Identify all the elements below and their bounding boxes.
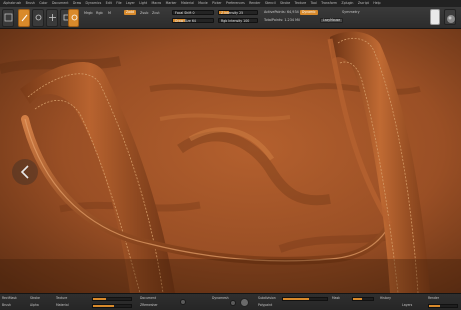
leather-bag-render: [0, 29, 461, 293]
canvas-viewport[interactable]: [0, 29, 461, 293]
bottom-label-7[interactable]: Document: [140, 296, 156, 300]
menu-item-preferences[interactable]: Preferences: [224, 0, 247, 7]
m-label[interactable]: M: [108, 11, 111, 15]
bottom-slider-2[interactable]: [92, 304, 132, 308]
bottom-label-4[interactable]: Alpha: [30, 303, 39, 307]
menu-item-zscript[interactable]: Zscript: [356, 0, 371, 7]
color-swatch-primary[interactable]: [430, 9, 440, 25]
menu-item-texture[interactable]: Texture: [292, 0, 308, 7]
menu-item-layer[interactable]: Layer: [124, 0, 137, 7]
total-points-readout: TotalPoints: 1.234 Mil: [264, 18, 300, 22]
rgb-label[interactable]: Rgb: [96, 11, 103, 15]
menu-item-macro[interactable]: Macro: [149, 0, 163, 7]
previous-arrow-button[interactable]: [12, 159, 38, 185]
menu-item-document[interactable]: Document: [50, 0, 71, 7]
bottom-knob-2[interactable]: [230, 300, 236, 306]
chevron-left-icon: [20, 165, 29, 179]
menu-item-alphabrush[interactable]: Alphabrush: [1, 0, 23, 7]
bottom-label-5[interactable]: Texture: [56, 296, 67, 300]
bottom-label-6[interactable]: Material: [56, 303, 69, 307]
dynamic-toggle[interactable]: Dynamic: [300, 10, 318, 15]
draw-size-label: Draw Size 64: [175, 18, 196, 23]
menu-item-file[interactable]: File: [114, 0, 124, 7]
menu-item-marker[interactable]: Marker: [163, 0, 178, 7]
move-button[interactable]: [46, 9, 58, 27]
menu-item-movie[interactable]: Movie: [196, 0, 210, 7]
menu-item-light[interactable]: Light: [137, 0, 149, 7]
menu-item-dynamics[interactable]: Dynamics: [83, 0, 103, 7]
menu-item-material[interactable]: Material: [179, 0, 196, 7]
bottom-label-15[interactable]: Render: [428, 296, 439, 300]
zadd-toggle[interactable]: Zadd: [124, 10, 136, 15]
symmetry-label[interactable]: Symmetry: [342, 10, 360, 14]
bottom-label-12[interactable]: Mask: [332, 296, 340, 300]
bottom-label-13[interactable]: History: [380, 296, 391, 300]
material-sphere-icon: [447, 15, 455, 23]
active-points-readout: ActivePoints: 64,934: [264, 10, 299, 14]
menu-item-stencil[interactable]: Stencil: [263, 0, 278, 7]
rotate-button[interactable]: [68, 9, 79, 27]
bottom-label-10[interactable]: Subdivision: [258, 296, 276, 300]
z-intensity-slider[interactable]: Z Intensity 25: [218, 10, 258, 15]
bottom-slider-1[interactable]: [92, 297, 132, 301]
bottom-knob-1[interactable]: [180, 299, 186, 305]
edit-icon: [21, 14, 28, 22]
menu-item-render[interactable]: Render: [247, 0, 263, 7]
bottom-label-2[interactable]: Brush: [2, 303, 11, 307]
brush-icon: [35, 14, 42, 21]
z-intensity-label: Z Intensity 25: [221, 10, 244, 15]
bottom-label-3[interactable]: Stroke: [30, 296, 40, 300]
zcut-toggle[interactable]: Zcut: [152, 11, 160, 15]
toolbar: Mrgb Rgb M Zadd Zsub Zcut Focal Shift 0 …: [0, 7, 461, 29]
menu-item-draw[interactable]: Draw: [71, 0, 84, 7]
bottom-label-1[interactable]: RectMask: [2, 296, 17, 300]
menu-item-help[interactable]: Help: [371, 0, 383, 7]
focal-shift-slider[interactable]: Focal Shift 0: [172, 10, 214, 15]
bottom-label-14[interactable]: Layers: [402, 303, 412, 307]
bottom-label-8[interactable]: ZRemesher: [140, 303, 158, 307]
draw-size-slider[interactable]: Draw Size 64: [172, 18, 214, 23]
projection-master-button[interactable]: [2, 9, 14, 27]
floor-grid-icon[interactable]: [240, 298, 249, 307]
zsub-toggle[interactable]: Zsub: [140, 11, 148, 15]
mrgb-label[interactable]: Mrgb: [84, 11, 93, 15]
menu-item-stroke[interactable]: Stroke: [278, 0, 293, 7]
bottom-label-9[interactable]: Dynamesh: [212, 296, 229, 300]
move-icon: [49, 14, 56, 21]
menu-item-tool[interactable]: Tool: [308, 0, 319, 7]
focal-shift-label: Focal Shift 0: [175, 10, 195, 15]
rgb-intensity-label: Rgb Intensity 100: [221, 18, 250, 23]
bottom-bar: RectMask Brush Stroke Alpha Texture Mate…: [0, 293, 461, 310]
projection-icon: [4, 13, 13, 22]
menu-item-transform[interactable]: Transform: [319, 0, 339, 7]
bottom-slider-4[interactable]: [352, 297, 374, 301]
lazymouse-button[interactable]: LazyMouse: [320, 18, 344, 23]
rotate-icon: [71, 14, 78, 21]
menu-bar: Alphabrush Brush Color Document Draw Dynamics…: [0, 0, 461, 7]
bottom-slider-5[interactable]: [428, 304, 458, 308]
draw-button[interactable]: [32, 9, 44, 27]
menu-item-brush[interactable]: Brush: [23, 0, 37, 7]
menu-item-color[interactable]: Color: [37, 0, 50, 7]
bottom-label-11[interactable]: Polypaint: [258, 303, 272, 307]
edit-button[interactable]: [18, 9, 30, 27]
menu-item-zplugin[interactable]: Zplugin: [339, 0, 355, 7]
menu-item-picker[interactable]: Picker: [210, 0, 224, 7]
sphere-material-button[interactable]: [444, 9, 456, 25]
rgb-intensity-slider[interactable]: Rgb Intensity 100: [218, 18, 258, 23]
menu-item-edit[interactable]: Edit: [103, 0, 114, 7]
bottom-slider-3[interactable]: [282, 297, 328, 301]
